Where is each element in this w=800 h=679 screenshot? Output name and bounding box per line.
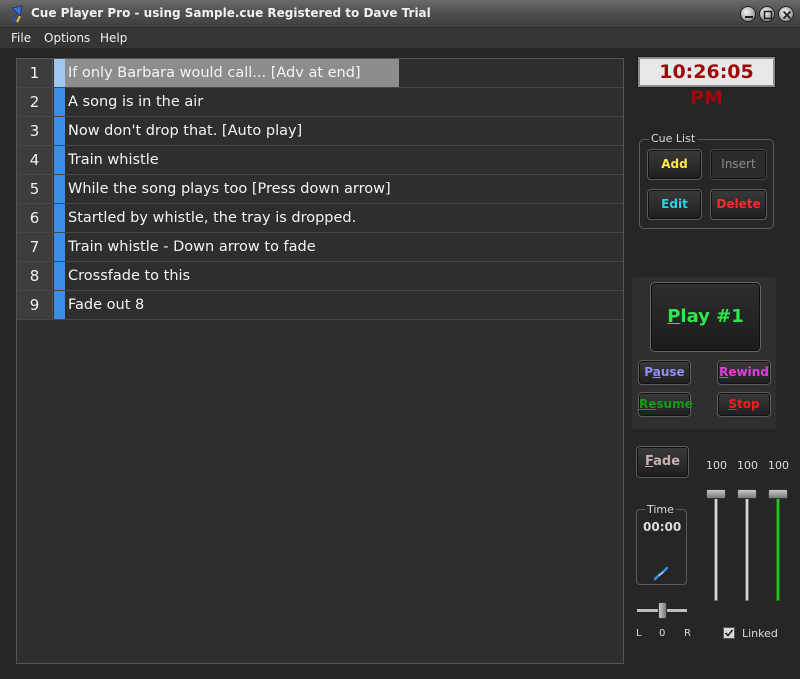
linked-label: Linked bbox=[742, 627, 778, 640]
cue-list-group-label: Cue List bbox=[649, 132, 698, 145]
cue-color-marker bbox=[54, 233, 65, 261]
cue-color-marker bbox=[54, 204, 65, 232]
window-title: Cue Player Pro - using Sample.cue Regist… bbox=[31, 6, 431, 20]
cue-list-panel[interactable]: 1 If only Barbara would call... [Adv at … bbox=[16, 58, 624, 664]
cue-number: 4 bbox=[17, 146, 53, 174]
add-button[interactable]: Add bbox=[647, 149, 702, 180]
cue-number: 7 bbox=[17, 233, 53, 261]
menu-file[interactable]: File bbox=[11, 31, 31, 45]
close-icon bbox=[782, 10, 792, 20]
cue-row-5[interactable]: 5 While the song plays too [Press down a… bbox=[17, 175, 623, 204]
cue-name: Startled by whistle, the tray is dropped… bbox=[68, 210, 357, 226]
cue-color-marker bbox=[54, 262, 65, 290]
cue-row-8[interactable]: 8 Crossfade to this bbox=[17, 262, 623, 291]
checkmark-icon bbox=[724, 629, 734, 637]
cue-name: Fade out 8 bbox=[68, 297, 145, 313]
link-icon[interactable] bbox=[653, 566, 669, 582]
linked-checkbox[interactable] bbox=[723, 627, 735, 639]
pan-value: 0 bbox=[659, 628, 666, 639]
pan-left-label: L bbox=[636, 628, 642, 639]
maximize-button[interactable] bbox=[759, 6, 775, 22]
cue-name: A song is in the air bbox=[68, 94, 204, 110]
volume-slider-master-track[interactable] bbox=[776, 493, 780, 601]
rewind-label: ewind bbox=[728, 365, 769, 379]
cue-color-marker bbox=[54, 59, 65, 87]
menu-bar: File Options Help bbox=[0, 28, 800, 48]
cue-number: 8 bbox=[17, 262, 53, 290]
play-label: lay #1 bbox=[680, 306, 744, 327]
fade-label: ade bbox=[653, 454, 681, 469]
cue-number: 2 bbox=[17, 88, 53, 116]
cue-color-marker bbox=[54, 117, 65, 145]
cue-row-9[interactable]: 9 Fade out 8 bbox=[17, 291, 623, 320]
volume-slider-1-track[interactable] bbox=[714, 493, 718, 601]
maximize-icon bbox=[763, 10, 773, 20]
pause-mnemonic: a bbox=[652, 365, 661, 379]
cue-number: 3 bbox=[17, 117, 53, 145]
menu-options[interactable]: Options bbox=[44, 31, 90, 45]
delete-button[interactable]: Delete bbox=[710, 189, 767, 220]
cue-number: 1 bbox=[17, 59, 53, 87]
volume-level-3: 100 bbox=[768, 459, 789, 472]
cue-color-marker bbox=[54, 88, 65, 116]
time-value: 00:00 bbox=[643, 520, 682, 534]
close-button[interactable] bbox=[778, 6, 794, 22]
cue-name: While the song plays too [Press down arr… bbox=[68, 181, 391, 197]
minimize-button[interactable] bbox=[740, 6, 756, 22]
title-bar: Cue Player Pro - using Sample.cue Regist… bbox=[0, 0, 800, 28]
resume-label: sume bbox=[656, 397, 693, 411]
volume-slider-1-thumb[interactable] bbox=[706, 489, 726, 499]
cue-name: Crossfade to this bbox=[68, 268, 191, 284]
edit-button[interactable]: Edit bbox=[647, 189, 702, 220]
time-label: Time bbox=[645, 503, 676, 516]
rewind-mnemonic: R bbox=[719, 365, 729, 379]
rewind-button[interactable]: Rewind bbox=[717, 360, 771, 385]
play-button[interactable]: Play #1 bbox=[650, 282, 761, 352]
cue-row-4[interactable]: 4 Train whistle bbox=[17, 146, 623, 175]
volume-level-1: 100 bbox=[706, 459, 727, 472]
cue-color-marker bbox=[54, 175, 65, 203]
cue-row-1[interactable]: 1 If only Barbara would call... [Adv at … bbox=[17, 59, 623, 88]
cue-name: If only Barbara would call... [Adv at en… bbox=[68, 65, 361, 81]
volume-slider-2-thumb[interactable] bbox=[737, 489, 757, 499]
cue-name: Now don't drop that. [Auto play] bbox=[68, 123, 303, 139]
cue-name: Train whistle bbox=[68, 152, 159, 168]
cue-row-7[interactable]: 7 Train whistle - Down arrow to fade bbox=[17, 233, 623, 262]
stop-label: top bbox=[737, 397, 760, 411]
menu-help[interactable]: Help bbox=[100, 31, 127, 45]
cue-color-marker bbox=[54, 146, 65, 174]
cue-color-marker bbox=[54, 291, 65, 319]
cue-name: Train whistle - Down arrow to fade bbox=[68, 239, 316, 255]
resume-button[interactable]: Resume bbox=[638, 392, 693, 417]
cue-row-2[interactable]: 2 A song is in the air bbox=[17, 88, 623, 117]
stop-button[interactable]: Stop bbox=[717, 392, 771, 417]
resume-mnemonic: R bbox=[639, 397, 649, 411]
cue-number: 5 bbox=[17, 175, 53, 203]
cue-row-3[interactable]: 3 Now don't drop that. [Auto play] bbox=[17, 117, 623, 146]
cue-number: 9 bbox=[17, 291, 53, 319]
clock-display: 10:26:05 PM bbox=[637, 56, 776, 109]
cue-number: 6 bbox=[17, 204, 53, 232]
fade-button[interactable]: Fade bbox=[636, 446, 689, 478]
play-mnemonic: P bbox=[667, 306, 681, 327]
pause-label-a: P bbox=[644, 365, 653, 379]
app-icon bbox=[11, 5, 23, 23]
pan-right-label: R bbox=[684, 628, 691, 639]
volume-slider-master-thumb[interactable] bbox=[768, 489, 788, 499]
volume-level-2: 100 bbox=[737, 459, 758, 472]
pause-label-b: use bbox=[660, 365, 685, 379]
pause-button[interactable]: Pause bbox=[638, 360, 691, 385]
insert-button[interactable]: Insert bbox=[710, 149, 767, 180]
volume-slider-2-track[interactable] bbox=[745, 493, 749, 601]
minimize-icon bbox=[745, 16, 753, 18]
cue-row-6[interactable]: 6 Startled by whistle, the tray is dropp… bbox=[17, 204, 623, 233]
fade-mnemonic: F bbox=[644, 454, 654, 469]
pan-slider-thumb[interactable] bbox=[658, 602, 667, 619]
stop-mnemonic: S bbox=[728, 397, 738, 411]
